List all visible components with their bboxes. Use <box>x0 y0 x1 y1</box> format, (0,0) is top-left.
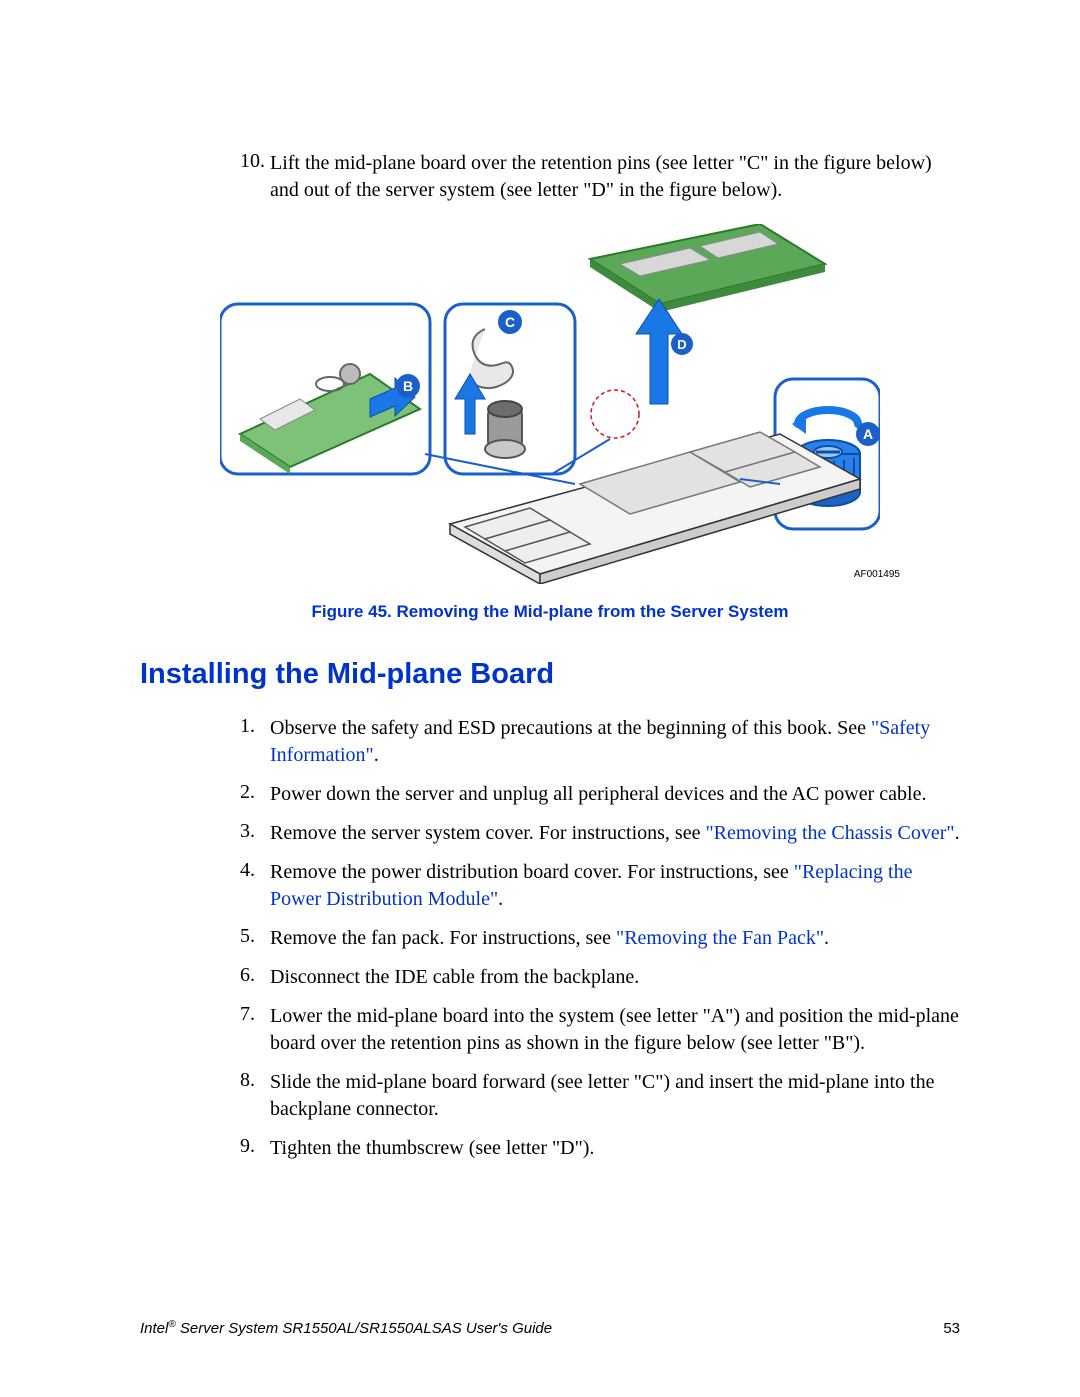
step-10-number: 10. <box>240 150 270 204</box>
step-10-text: Lift the mid-plane board over the retent… <box>270 150 960 204</box>
step-number: 7. <box>240 1003 270 1057</box>
section-heading: Installing the Mid-plane Board <box>140 658 960 691</box>
step-text-fragment: Remove the fan pack. For instructions, s… <box>270 927 616 949</box>
step-4: 4.Remove the power distribution board co… <box>240 859 960 913</box>
page-content: 10. Lift the mid-plane board over the re… <box>0 0 1080 1397</box>
svg-text:A: A <box>863 426 873 442</box>
figure-illustration: B C <box>220 224 880 584</box>
step-text-fragment: Slide the mid-plane board forward (see l… <box>270 1071 934 1120</box>
step-number: 9. <box>240 1135 270 1162</box>
step-7: 7.Lower the mid-plane board into the sys… <box>240 1003 960 1057</box>
step-text-fragment: Observe the safety and ESD precautions a… <box>270 717 871 739</box>
step-3: 3.Remove the server system cover. For in… <box>240 820 960 847</box>
step-number: 6. <box>240 964 270 991</box>
step-text: Disconnect the IDE cable from the backpl… <box>270 964 639 991</box>
step-2: 2.Power down the server and unplug all p… <box>240 781 960 808</box>
step-number: 1. <box>240 715 270 769</box>
figure-id-label: AF001495 <box>854 569 900 580</box>
step-text-fragment: . <box>374 744 379 766</box>
step-6: 6.Disconnect the IDE cable from the back… <box>240 964 960 991</box>
step-10: 10. Lift the mid-plane board over the re… <box>240 150 960 204</box>
step-number: 2. <box>240 781 270 808</box>
step-text-fragment: Remove the power distribution board cove… <box>270 861 794 883</box>
step-text-fragment: Tighten the thumbscrew (see letter "D"). <box>270 1137 594 1159</box>
step-text-fragment: Lower the mid-plane board into the syste… <box>270 1005 959 1054</box>
step-text-fragment: Remove the server system cover. For inst… <box>270 822 705 844</box>
page-number: 53 <box>943 1320 960 1337</box>
svg-text:D: D <box>677 337 686 352</box>
step-text-fragment: . <box>498 888 503 910</box>
step-1: 1.Observe the safety and ESD precautions… <box>240 715 960 769</box>
installing-steps: 1.Observe the safety and ESD precautions… <box>240 715 960 1162</box>
step-number: 3. <box>240 820 270 847</box>
step-text: Remove the server system cover. For inst… <box>270 820 960 847</box>
step-text: Lower the mid-plane board into the syste… <box>270 1003 960 1057</box>
step-text: Observe the safety and ESD precautions a… <box>270 715 960 769</box>
footer-title: Intel® Server System SR1550AL/SR1550ALSA… <box>140 1319 552 1337</box>
step-text: Remove the power distribution board cove… <box>270 859 960 913</box>
step-number: 8. <box>240 1069 270 1123</box>
svg-text:B: B <box>403 378 413 394</box>
step-5: 5.Remove the fan pack. For instructions,… <box>240 925 960 952</box>
cross-reference-link[interactable]: "Removing the Chassis Cover" <box>705 822 954 844</box>
cross-reference-link[interactable]: "Removing the Fan Pack" <box>616 927 824 949</box>
step-number: 4. <box>240 859 270 913</box>
step-text-fragment: . <box>955 822 960 844</box>
step-text: Tighten the thumbscrew (see letter "D"). <box>270 1135 594 1162</box>
figure-caption: Figure 45. Removing the Mid-plane from t… <box>140 602 960 622</box>
figure-45: B C <box>200 224 900 584</box>
step-text: Power down the server and unplug all per… <box>270 781 926 808</box>
svg-text:C: C <box>505 314 515 330</box>
step-text-fragment: Power down the server and unplug all per… <box>270 783 926 805</box>
step-text: Remove the fan pack. For instructions, s… <box>270 925 829 952</box>
page-footer: Intel® Server System SR1550AL/SR1550ALSA… <box>140 1319 960 1337</box>
step-9: 9.Tighten the thumbscrew (see letter "D"… <box>240 1135 960 1162</box>
step-text: Slide the mid-plane board forward (see l… <box>270 1069 960 1123</box>
step-8: 8.Slide the mid-plane board forward (see… <box>240 1069 960 1123</box>
step-text-fragment: . <box>824 927 829 949</box>
step-number: 5. <box>240 925 270 952</box>
step-text-fragment: Disconnect the IDE cable from the backpl… <box>270 966 639 988</box>
